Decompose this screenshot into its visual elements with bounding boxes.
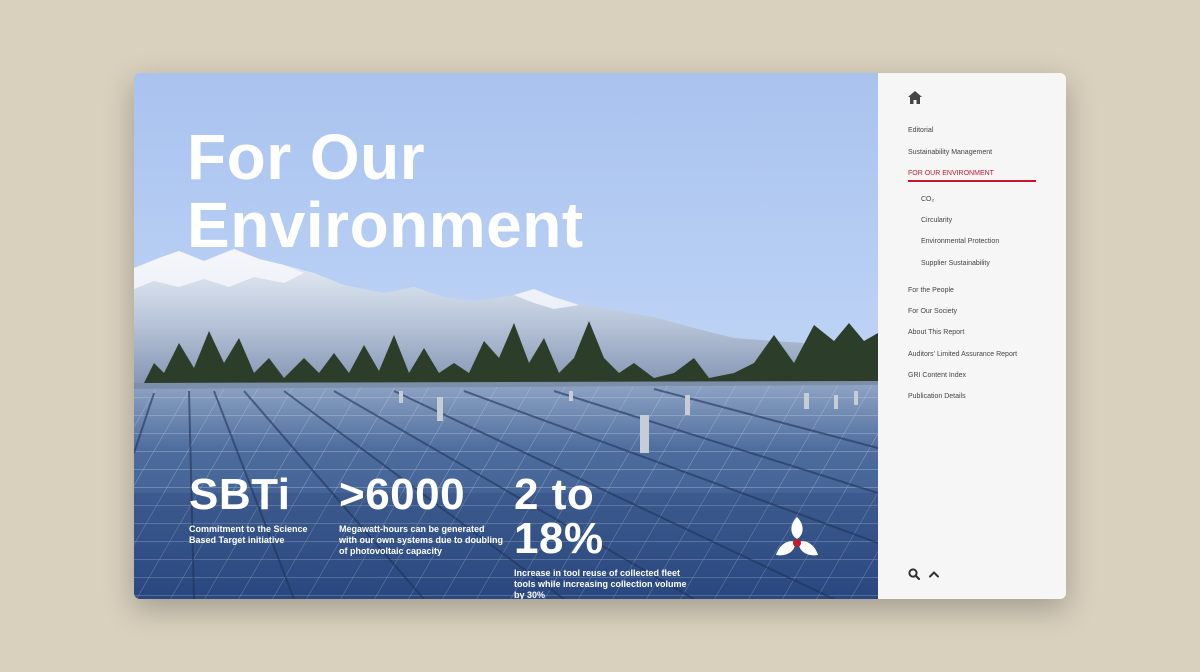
chevron-up-icon[interactable]	[929, 570, 939, 578]
stat-description: Megawatt-hours can be generated with our…	[339, 524, 503, 556]
home-icon[interactable]	[908, 91, 922, 104]
nav-subitem-circularity[interactable]: Circularity	[908, 217, 952, 225]
page-title: For Our Environment	[187, 123, 584, 259]
report-window: For Our Environment SBTi Commitment to t…	[134, 73, 1066, 599]
nav-item-for-our-environment[interactable]: FOR OUR ENVIRONMENT	[908, 170, 994, 178]
stat-value: 2 to 18%	[514, 470, 604, 563]
nav-item-about-this-report[interactable]: About This Report	[908, 329, 964, 337]
page-title-line-1: For Our	[187, 121, 426, 193]
nav-item-auditors-report[interactable]: Auditors' Limited Assurance Report	[908, 351, 1017, 359]
nav-item-for-our-society[interactable]: For Our Society	[908, 308, 957, 316]
nav-item-for-the-people[interactable]: For the People	[908, 287, 954, 295]
active-nav-underline	[908, 180, 1036, 182]
search-icon[interactable]	[908, 568, 920, 580]
stat-value: >6000	[339, 470, 466, 519]
nav-item-publication-details[interactable]: Publication Details	[908, 393, 966, 401]
nav-subitem-environmental-protection[interactable]: Environmental Protection	[908, 238, 999, 246]
trefoil-logo-icon	[776, 517, 818, 556]
nav-subitem-co2[interactable]: CO₂	[908, 196, 934, 204]
stat-sbti: SBTi Commitment to the Science Based Tar…	[189, 473, 324, 546]
page-title-line-2: Environment	[187, 189, 584, 261]
sidebar-navigation: Editorial Sustainability Management FOR …	[878, 73, 1066, 599]
stat-description: Increase in tool reuse of collected flee…	[514, 568, 687, 599]
nav-item-gri-content-index[interactable]: GRI Content Index	[908, 372, 966, 380]
stat-tool-reuse: 2 to 18% Increase in tool reuse of colle…	[514, 470, 694, 600]
nav-subitem-supplier-sustainability[interactable]: Supplier Sustainability	[908, 260, 990, 268]
stat-value: SBTi	[189, 470, 291, 519]
stat-description: Commitment to the Science Based Target i…	[189, 524, 308, 545]
nav-item-sustainability-management[interactable]: Sustainability Management	[908, 149, 992, 157]
hero-section: For Our Environment SBTi Commitment to t…	[134, 73, 878, 599]
stat-megawatt-hours: >6000 Megawatt-hours can be generated wi…	[339, 473, 504, 557]
nav-item-editorial[interactable]: Editorial	[908, 127, 933, 135]
